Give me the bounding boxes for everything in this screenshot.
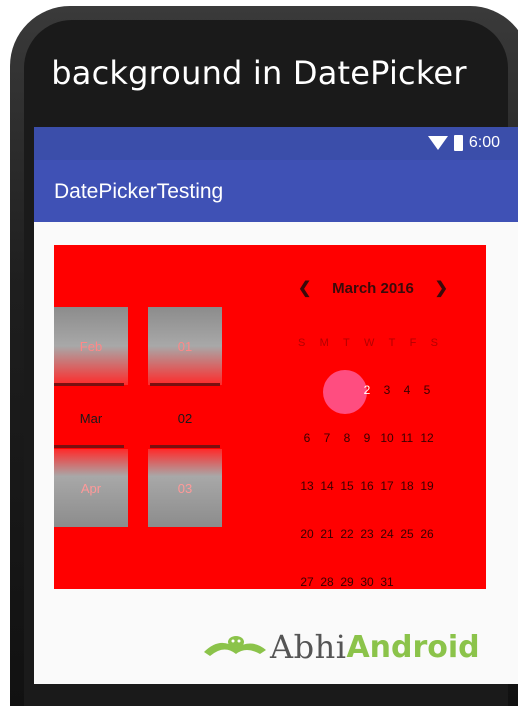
weekday-label: W	[364, 337, 375, 349]
calendar-day[interactable]: 28	[318, 575, 336, 589]
weekday-label: M	[319, 337, 329, 349]
calendar-day[interactable]: 30	[358, 575, 376, 589]
calendar-day[interactable]: 8	[338, 431, 356, 445]
calendar-day[interactable]: 22	[338, 527, 356, 541]
status-icons: 6:00	[427, 134, 500, 152]
calendar-day[interactable]: 5	[418, 383, 436, 397]
android-robot-icon	[200, 630, 270, 664]
wifi-icon	[427, 136, 448, 150]
calendar-day[interactable]: 31	[378, 575, 396, 589]
calendar-day[interactable]: 27	[298, 575, 316, 589]
calendar-day[interactable]: 6	[298, 431, 316, 445]
abhiandroid-logo: Abhi Android	[200, 628, 480, 666]
calendar-day[interactable]: 26	[418, 527, 436, 541]
chevron-right-icon[interactable]: ❯	[435, 278, 448, 298]
calendar-day[interactable]: 25	[398, 527, 416, 541]
calendar-day[interactable]: 9	[358, 431, 376, 445]
calendar-day[interactable]: 3	[378, 383, 396, 397]
calendar-day[interactable]: 16	[358, 479, 376, 493]
calendar-day[interactable]: 11	[398, 431, 416, 445]
logo-text-abhi: Abhi	[270, 628, 347, 666]
month-divider-top	[54, 383, 124, 386]
day-divider-top	[150, 383, 220, 386]
status-time: 6:00	[468, 134, 500, 151]
calendar-day[interactable]: 12	[418, 431, 436, 445]
app-title: DatePickerTesting	[54, 180, 224, 203]
calendar-day[interactable]: 29	[338, 575, 356, 589]
month-next[interactable]: Apr	[54, 449, 128, 527]
calendar-day[interactable]: 19	[418, 479, 436, 493]
chevron-left-icon[interactable]: ❮	[298, 278, 311, 298]
weekday-label: F	[409, 337, 417, 349]
calendar-day[interactable]: 10	[378, 431, 396, 445]
weekday-row: S M T W T F S	[298, 337, 438, 349]
calendar-day[interactable]: 17	[378, 479, 396, 493]
calendar-header: ❮ March 2016 ❯	[298, 278, 448, 298]
phone-screen: 6:00 DatePickerTesting Feb Mar Apr 01 02…	[34, 127, 518, 684]
calendar-day[interactable]: 13	[298, 479, 316, 493]
weekday-label: S	[298, 337, 306, 349]
calendar-day[interactable]: 15	[338, 479, 356, 493]
month-current[interactable]: Mar	[54, 411, 128, 426]
weekday-label: T	[388, 337, 396, 349]
logo-text-android: Android	[346, 629, 480, 665]
day-current[interactable]: 02	[148, 411, 222, 426]
calendar-day[interactable]: 14	[318, 479, 336, 493]
status-bar: 6:00	[34, 127, 518, 160]
weekday-label: S	[430, 337, 438, 349]
calendar-day[interactable]: 20	[298, 527, 316, 541]
calendar-month-label: March 2016	[332, 279, 414, 297]
calendar-day[interactable]: 2	[358, 383, 376, 397]
date-picker[interactable]: Feb Mar Apr 01 02 03 ❮ March 2016 ❯ S M …	[54, 245, 486, 589]
calendar-day[interactable]: 24	[378, 527, 396, 541]
calendar-day[interactable]: 7	[318, 431, 336, 445]
day-prev[interactable]: 01	[148, 307, 222, 385]
caption: background in DatePicker	[51, 54, 467, 92]
day-divider-bottom	[150, 445, 220, 448]
calendar-day[interactable]: 4	[398, 383, 416, 397]
day-next[interactable]: 03	[148, 449, 222, 527]
calendar-day[interactable]: 23	[358, 527, 376, 541]
weekday-label: T	[343, 337, 350, 349]
month-divider-bottom	[54, 445, 124, 448]
calendar-day[interactable]: 21	[318, 527, 336, 541]
calendar-day[interactable]: 18	[398, 479, 416, 493]
app-bar: DatePickerTesting	[34, 160, 518, 222]
month-prev[interactable]: Feb	[54, 307, 128, 385]
battery-icon	[453, 135, 463, 151]
